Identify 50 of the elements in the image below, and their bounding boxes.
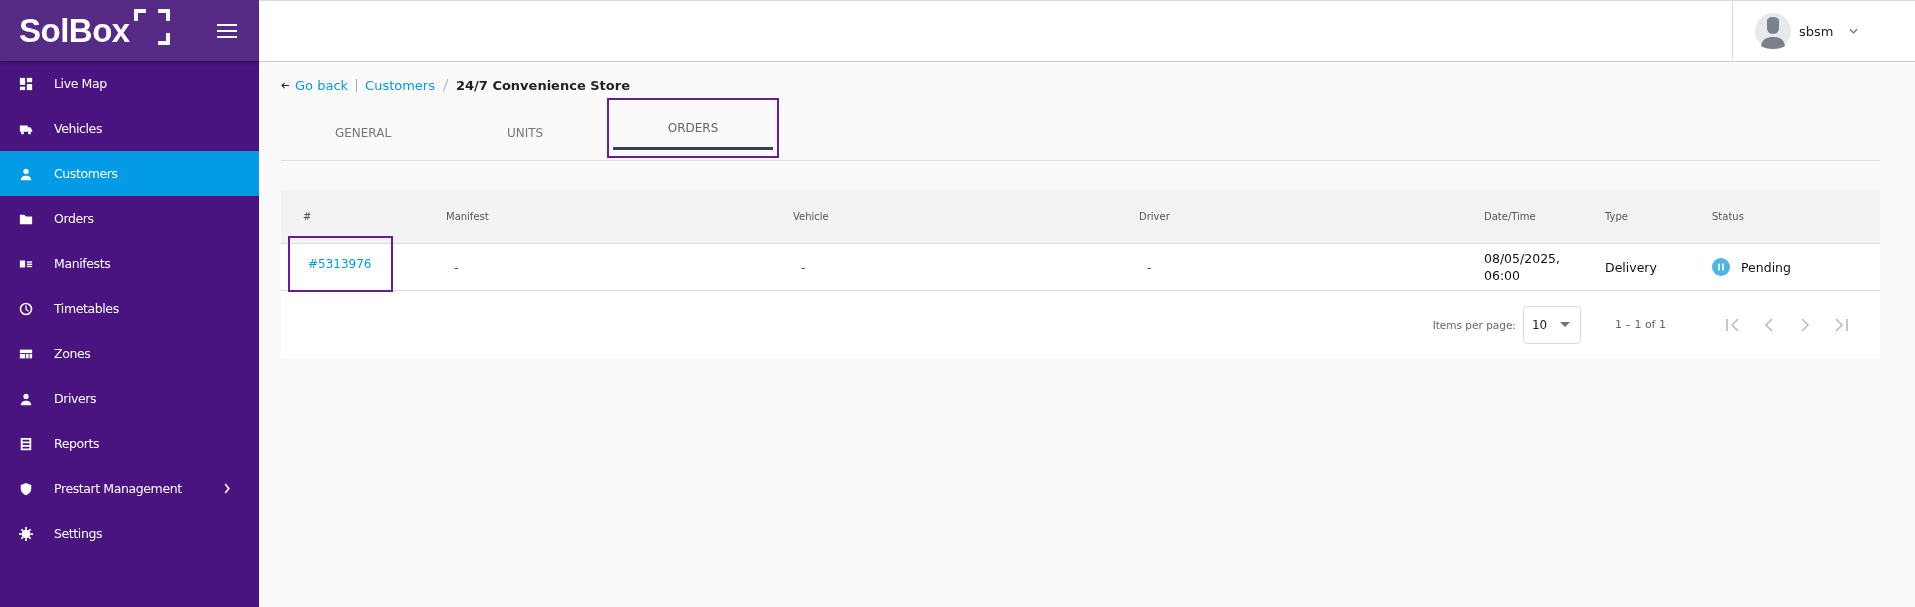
nav-item[interactable]: Orders <box>0 196 259 241</box>
table-cell-text: 08/05/2025, 06:00 <box>1484 250 1562 284</box>
shield-icon <box>19 481 33 496</box>
caret-down-icon <box>1559 322 1570 327</box>
column-header: Driver <box>1139 211 1171 222</box>
nav-item[interactable]: Timetables <box>0 286 259 331</box>
last-page-button[interactable] <box>1832 315 1850 334</box>
status-text: Pending <box>1741 259 1791 275</box>
clock-icon <box>19 301 33 316</box>
page-size-select[interactable]: 10 <box>1522 305 1581 344</box>
logo: SolBox <box>19 10 130 51</box>
column-header: Status <box>1712 211 1745 222</box>
last-page-icon <box>1832 315 1850 334</box>
user-menu[interactable]: sbsm <box>1732 1 1915 61</box>
tab[interactable]: ORDERS <box>613 108 773 150</box>
table-cell: - <box>801 259 806 275</box>
avatar-icon <box>1755 13 1791 49</box>
page-range: 1 – 1 of 1 <box>1614 318 1666 331</box>
tab[interactable]: GENERAL <box>283 108 443 160</box>
column-header: # <box>303 211 313 222</box>
column-header: Manifest <box>446 211 490 222</box>
column-header: Vehicle <box>793 211 830 222</box>
nav-item[interactable]: Live Map <box>0 61 259 106</box>
nav-item[interactable]: Reports <box>0 421 259 466</box>
nav-item[interactable]: Prestart Management <box>0 466 259 511</box>
items-per-page-label: Items per page: <box>1432 318 1516 331</box>
logo-bracket-icon <box>133 8 170 45</box>
nav-item[interactable]: Manifests <box>0 241 259 286</box>
column-header: Date/Time <box>1484 211 1537 222</box>
tab[interactable]: UNITS <box>445 108 605 160</box>
nav-item[interactable]: Settings <box>0 511 259 556</box>
back-arrow-icon <box>281 81 290 89</box>
column-header: Type <box>1605 211 1629 222</box>
table-cell: Delivery <box>1605 259 1657 275</box>
settings-icon <box>19 526 33 541</box>
dashboard-icon <box>19 76 33 91</box>
menu-button[interactable] <box>217 23 237 38</box>
caret-down-icon <box>1849 28 1859 34</box>
nav-item[interactable]: Drivers <box>0 376 259 421</box>
first-page-button[interactable] <box>1724 315 1742 334</box>
table-cell: - <box>1147 259 1152 275</box>
person-icon <box>19 166 33 181</box>
list-icon <box>19 436 33 451</box>
breadcrumb-current: 24/7 Convenience Store <box>456 77 630 93</box>
table-cell: - <box>454 259 459 275</box>
person-icon <box>19 391 33 406</box>
first-page-icon <box>1724 315 1742 334</box>
nav-item[interactable]: Zones <box>0 331 259 376</box>
pause-icon <box>1712 258 1730 276</box>
nav-item[interactable]: Vehicles <box>0 106 259 151</box>
